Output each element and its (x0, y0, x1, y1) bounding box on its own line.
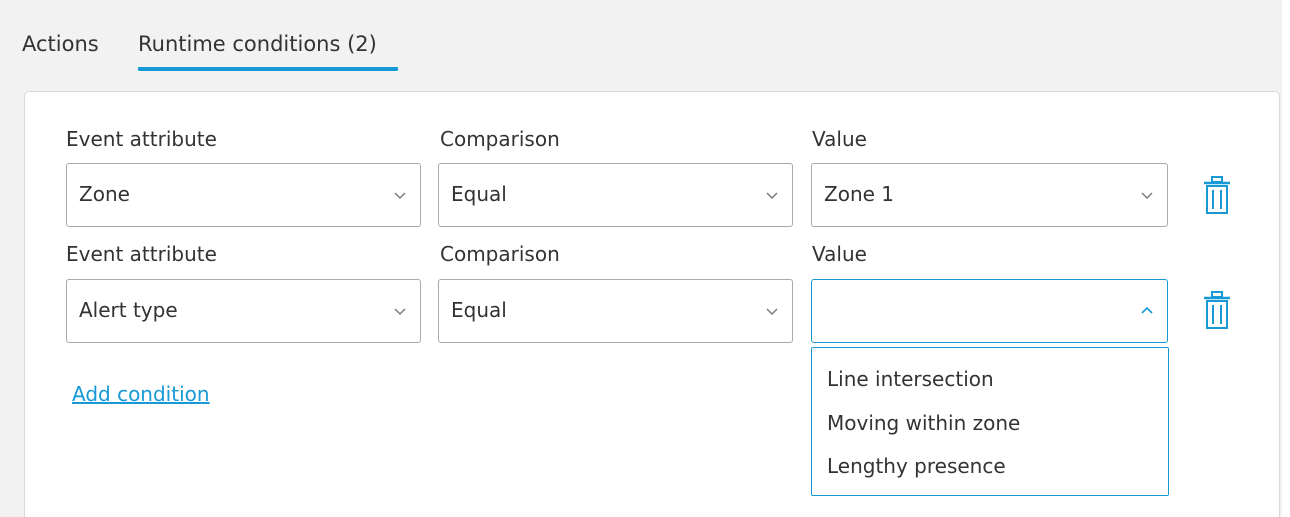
value-label: Value (812, 242, 867, 266)
tab-runtime-conditions[interactable]: Runtime conditions (2) (138, 32, 377, 56)
active-tab-indicator (138, 67, 398, 71)
tab-actions[interactable]: Actions (22, 32, 99, 56)
chevron-up-icon (1141, 305, 1153, 317)
comparison-value: Equal (451, 298, 507, 322)
value-value: Zone 1 (824, 182, 894, 206)
value-label: Value (812, 127, 867, 151)
dropdown-option[interactable]: Line intersection (827, 367, 994, 391)
event-attribute-value: Zone (79, 182, 130, 206)
trash-icon[interactable] (1202, 175, 1232, 215)
chevron-down-icon (766, 189, 778, 201)
add-condition-link[interactable]: Add condition (72, 382, 210, 406)
event-attribute-select[interactable]: Alert type (66, 279, 421, 343)
comparison-select[interactable]: Equal (438, 163, 793, 227)
event-attribute-label: Event attribute (66, 127, 217, 151)
event-attribute-select[interactable]: Zone (66, 163, 421, 227)
dropdown-option[interactable]: Moving within zone (827, 411, 1020, 435)
chevron-down-icon (1141, 189, 1153, 201)
comparison-select[interactable]: Equal (438, 279, 793, 343)
event-attribute-value: Alert type (79, 298, 178, 322)
chevron-down-icon (766, 305, 778, 317)
chevron-down-icon (394, 305, 406, 317)
value-select[interactable]: Zone 1 (811, 163, 1168, 227)
event-attribute-label: Event attribute (66, 242, 217, 266)
tab-bar: Actions Runtime conditions (2) (0, 0, 1282, 80)
value-select[interactable] (811, 279, 1168, 343)
runtime-conditions-screen: Actions Runtime conditions (2) Event att… (0, 0, 1290, 517)
dropdown-option[interactable]: Lengthy presence (827, 454, 1006, 478)
window-edge (1282, 0, 1290, 517)
value-dropdown-list: Line intersection Moving within zone Len… (811, 347, 1169, 496)
comparison-value: Equal (451, 182, 507, 206)
trash-icon[interactable] (1202, 290, 1232, 330)
comparison-label: Comparison (440, 242, 560, 266)
comparison-label: Comparison (440, 127, 560, 151)
chevron-down-icon (394, 189, 406, 201)
